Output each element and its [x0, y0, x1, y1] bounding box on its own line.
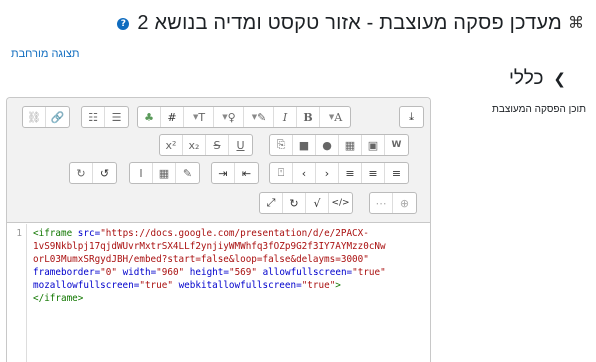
accessibility-icon[interactable]: ♣ [138, 107, 161, 127]
module-icon: ⌘ [568, 14, 584, 32]
line-number: 1 [7, 224, 27, 362]
toolbar-group-lists: ☷ ☰ [81, 106, 129, 128]
cursor-icon[interactable]: I [130, 163, 153, 183]
subscript-icon[interactable]: x₂ [183, 135, 206, 155]
unlink-icon[interactable]: ⛓ [23, 107, 46, 127]
code-line: <iframe src="https://docs.google.com/pre… [33, 227, 426, 240]
ordered-list-icon[interactable]: ☷ [82, 107, 105, 127]
math-icon[interactable]: √ [306, 193, 329, 213]
link-icon[interactable]: 🔗 [46, 107, 69, 127]
code-token: src= [77, 228, 101, 239]
toolbar-group-indent: ⇥ ⇤ [211, 162, 259, 184]
code-line: </iframe> [33, 292, 426, 305]
bullet-list-icon[interactable]: ☰ [105, 107, 128, 127]
code-token: "https://docs.google.com/presentation/d/… [100, 228, 369, 239]
code-token: "true" [352, 267, 386, 278]
code-token: allowfullscreen= [262, 267, 353, 278]
style-dropdown-icon[interactable]: ▼ T [184, 107, 214, 127]
code-token: "960" [156, 267, 185, 278]
code-token: orL03MumxSRgydJBH/embed?start=false&loop… [33, 254, 369, 265]
refresh-icon[interactable]: ↻ [283, 193, 306, 213]
section-header-general[interactable]: ❯ כללי [509, 68, 566, 90]
undo-icon[interactable]: ↺ [93, 163, 116, 183]
code-token: mozallowfullscreen= [33, 280, 140, 291]
fullscreen-icon[interactable]: ⤢ [260, 193, 283, 213]
next-icon[interactable]: › [316, 163, 339, 183]
code-editor[interactable]: 1 <iframe src="https://docs.google.com/p… [7, 224, 430, 362]
code-line: mozallowfullscreen="true" webkitallowful… [33, 279, 426, 292]
code-token: frameborder= [33, 267, 101, 278]
code-token: "0" [100, 267, 117, 278]
toolbar-group-links: ⛓ 🔗 [22, 106, 70, 128]
video-icon[interactable]: ■ [293, 135, 316, 155]
code-token: width= [122, 267, 157, 278]
underline-icon[interactable]: U [229, 135, 252, 155]
align-right-icon[interactable]: ≡ [339, 163, 362, 183]
page-header: ⌘ מעדכן פסקה מעוצבת - אזור טקסט ומדיה בנ… [117, 12, 584, 35]
code-token: webkitallowfullscreen= [178, 280, 302, 291]
code-token: 1vS9Nkblpj17qjdWUvrMxtrSX4LLf2ynjiyWMWhf… [33, 241, 386, 252]
toolbar-group-toggle: ⤓ [399, 106, 424, 128]
image-icon[interactable]: ▣ [362, 135, 385, 155]
code-token: "569" [228, 267, 257, 278]
toolbar-group-history: ↻ ↺ [69, 162, 117, 184]
prev-icon[interactable]: ‹ [293, 163, 316, 183]
strikethrough-icon[interactable]: S [206, 135, 229, 155]
help-circle-icon[interactable]: ⊕ [393, 193, 416, 213]
code-line: orL03MumxSRgydJBH/embed?start=false&loop… [33, 253, 426, 266]
toolbar-group-media: ⎘ ■ ● ▦ ▣ W [269, 134, 409, 156]
code-token: "true" [139, 280, 173, 291]
toolbar-group-align: ⍞ ‹ › ≡ ≡ ≡ [269, 162, 409, 184]
outdent-icon[interactable]: ⇤ [235, 163, 258, 183]
code-token: <iframe [33, 228, 73, 239]
field-label: תוכן הפסקה המעוצבת [491, 104, 586, 115]
toolbar-group-tools: ⤢ ↻ √ </> [259, 192, 353, 214]
indent-icon[interactable]: ⇥ [212, 163, 235, 183]
hash-icon[interactable]: # [161, 107, 184, 127]
toolbar-group-format: ♣ # ▼ T ▼ ♀ ▼ ✎ I B ▼ A [137, 106, 351, 128]
code-token: height= [189, 267, 229, 278]
html-source-icon[interactable]: </> [329, 193, 352, 213]
chevron-down-icon[interactable]: ❯ [553, 70, 566, 88]
align-center-icon[interactable]: ≡ [362, 163, 385, 183]
table-icon[interactable]: ▦ [153, 163, 176, 183]
toolbar-toggle-icon[interactable]: ⤓ [400, 107, 423, 127]
microphone-icon[interactable]: ● [316, 135, 339, 155]
code-token: > [335, 280, 341, 291]
gallery-icon[interactable]: ▦ [339, 135, 362, 155]
toolbar-group-misc: ⋯ ⊕ [369, 192, 417, 214]
html-editor: ⛓ 🔗 ☷ ☰ ♣ # ▼ T ▼ ♀ ▼ ✎ I B ▼ A ⤓ x² x₂ S U … [6, 97, 431, 362]
section-title: כללי [508, 68, 544, 89]
code-token: </iframe> [33, 293, 84, 304]
code-line: frameborder="0" width="960" height="569"… [33, 266, 426, 279]
code-line: 1vS9Nkblpj17qjdWUvrMxtrSX4LLf2ynjiyWMWhf… [33, 240, 426, 253]
page-title: מעדכן פסקה מעוצבת - אזור טקסט ומדיה בנוש… [137, 12, 562, 34]
code-token: "true" [301, 280, 336, 291]
grid-icon[interactable]: ⋯ [370, 193, 393, 213]
font-dropdown-icon[interactable]: ▼ A [320, 107, 350, 127]
expand-view-link[interactable]: תצוגה מורחבת [11, 48, 80, 60]
edit-icon[interactable]: ✎ [176, 163, 199, 183]
bold-icon[interactable]: B [297, 107, 320, 127]
toolbar-group-script: x² x₂ S U [159, 134, 253, 156]
brush-dropdown-icon[interactable]: ▼ ✎ [244, 107, 274, 127]
lightbulb-dropdown-icon[interactable]: ▼ ♀ [214, 107, 244, 127]
align-left-icon[interactable]: ≡ [385, 163, 408, 183]
italic-icon[interactable]: I [274, 107, 297, 127]
redo-icon[interactable]: ↻ [70, 163, 93, 183]
help-icon[interactable]: ? [117, 17, 130, 30]
toolbar-group-insert: I ▦ ✎ [129, 162, 200, 184]
copy-icon[interactable]: ⎘ [270, 135, 293, 155]
editor-toolbar: ⛓ 🔗 ☷ ☰ ♣ # ▼ T ▼ ♀ ▼ ✎ I B ▼ A ⤓ x² x₂ S U … [7, 98, 430, 223]
word-icon[interactable]: W [385, 135, 408, 155]
code-content[interactable]: <iframe src="https://docs.google.com/pre… [33, 227, 426, 305]
special-char-icon[interactable]: ⍞ [270, 163, 293, 183]
superscript-icon[interactable]: x² [160, 135, 183, 155]
